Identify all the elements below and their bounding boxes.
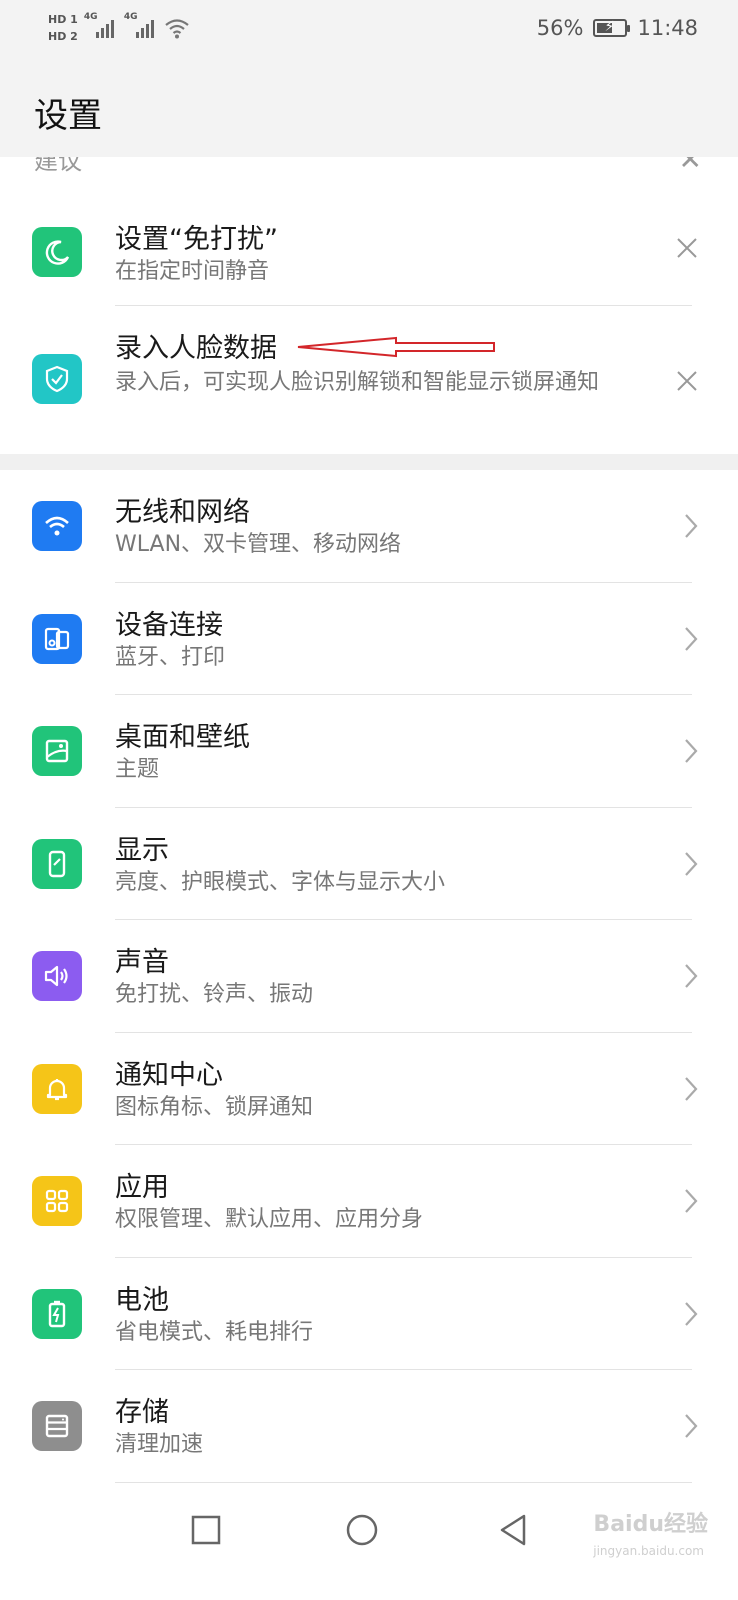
settings-item-title: 应用 (115, 1172, 169, 1203)
display-icon (48, 850, 66, 877)
suggestion-icon-box (32, 227, 82, 277)
speaker-icon (44, 965, 68, 987)
settings-icon-box (32, 1401, 82, 1451)
hd2-label: HD 2 (48, 30, 78, 43)
settings-item-title: 设备连接 (115, 609, 223, 641)
battery-icon (48, 1300, 66, 1327)
apps-grid-icon (45, 1189, 69, 1213)
wifi-icon (45, 516, 69, 536)
home-button[interactable] (342, 1510, 382, 1550)
settings-icon-box (32, 1288, 82, 1339)
settings-item-speaker[interactable]: 声音免打扰、铃声、振动 (0, 920, 738, 1033)
suggestions-header: 建议 ✕ (0, 157, 738, 187)
settings-item-title: 显示 (115, 834, 169, 866)
suggestion-title: 设置“免打扰” (115, 224, 278, 255)
chevron-right-icon (685, 964, 698, 988)
settings-item-device-connect[interactable]: 设备连接 蓝牙、打印 (0, 583, 738, 695)
close-icon[interactable] (674, 368, 700, 394)
settings-item-subtitle: 主题 (115, 757, 160, 782)
signal-icon: 4G (84, 12, 118, 38)
chevron-right-icon (685, 851, 698, 876)
bell-icon (46, 1078, 68, 1100)
hd-indicators: HD 1 HD 2 (48, 12, 78, 44)
title-bar: 设置 (0, 62, 738, 157)
signal-icon-2: 4G (124, 12, 158, 38)
settings-item-display[interactable]: 显示亮度、护眼模式、字体与显示大小 (0, 808, 738, 920)
settings-icon-box (32, 951, 82, 1001)
navigation-bar: Baidu经验 jingyan.baidu.com (0, 1486, 738, 1600)
divider (115, 1481, 692, 1483)
suggestions-label: 建议 (34, 157, 82, 175)
section-gap (0, 454, 738, 470)
settings-icon-box (32, 838, 82, 889)
settings-item-apps-grid[interactable]: 应用权限管理、默认应用、应用分身 (0, 1145, 738, 1258)
suggestion-dnd[interactable]: 设置“免打扰” 在指定时间静音 (0, 187, 738, 306)
battery-status-icon: ⚡ (593, 19, 631, 37)
settings-icon-box (32, 1063, 82, 1114)
chevron-right-icon (685, 1189, 698, 1213)
suggestions-collapse-icon[interactable]: ✕ (679, 157, 702, 176)
settings-item-subtitle: 亮度、护眼模式、字体与显示大小 (115, 869, 446, 895)
recent-apps-button[interactable] (186, 1510, 226, 1550)
chevron-right-icon (685, 1301, 698, 1326)
settings-item-subtitle: 图标角标、锁屏通知 (115, 1094, 314, 1120)
suggestion-subtitle: 在指定时间静音 (115, 259, 270, 284)
chevron-right-icon (685, 1076, 698, 1101)
clock: 11:48 (637, 16, 698, 40)
settings-item-bell[interactable]: 通知中心图标角标、锁屏通知 (0, 1033, 738, 1145)
chevron-right-icon (685, 739, 698, 763)
suggestion-subtitle: 录入后，可实现人脸识别解锁和智能显示锁屏通知 (115, 370, 600, 395)
settings-item-subtitle: 省电模式、耗电排行 (115, 1319, 314, 1345)
settings-item-subtitle: 蓝牙、打印 (115, 644, 226, 670)
chevron-right-icon (685, 514, 698, 538)
watermark-url: jingyan.baidu.com (593, 1544, 704, 1558)
settings-item-title: 声音 (115, 947, 169, 978)
settings-item-title: 存储 (115, 1397, 169, 1428)
hd1-label: HD 1 (48, 13, 78, 26)
settings-item-subtitle: 清理加速 (115, 1432, 204, 1457)
settings-item-title: 无线和网络 (115, 497, 250, 528)
wallpaper-icon (45, 739, 69, 763)
page-title: 设置 (34, 96, 102, 136)
chevron-right-icon (685, 626, 698, 651)
wifi-status-icon (165, 19, 189, 39)
settings-item-subtitle: 权限管理、默认应用、应用分身 (115, 1207, 424, 1232)
settings-item-subtitle: WLAN、双卡管理、移动网络 (115, 532, 402, 557)
settings-icon-box (32, 726, 82, 776)
status-bar: HD 1 HD 2 4G 4G 56% ⚡ 11:48 (0, 0, 738, 62)
settings-list: 建议 ✕ 设置“免打扰” 在指定时间静音 录入人脸数据 录入后，可实现人脸识别解… (0, 157, 738, 1483)
suggestion-face-data[interactable]: 录入人脸数据 录入后，可实现人脸识别解锁和智能显示锁屏通知 (0, 306, 738, 454)
suggestion-title: 录入人脸数据 (115, 333, 277, 364)
settings-item-wifi[interactable]: 无线和网络 WLAN、双卡管理、移动网络 (0, 470, 738, 583)
settings-item-wallpaper[interactable]: 桌面和壁纸 主题 (0, 695, 738, 808)
chevron-right-icon (685, 1414, 698, 1438)
settings-item-battery[interactable]: 电池省电模式、耗电排行 (0, 1258, 738, 1370)
settings-item-storage[interactable]: 存储 清理加速 (0, 1370, 738, 1483)
device-connect-icon (44, 627, 70, 650)
back-button[interactable] (494, 1510, 534, 1550)
settings-item-title: 电池 (115, 1284, 169, 1316)
settings-icon-box (32, 501, 82, 551)
shield-check-icon (45, 365, 69, 393)
battery-percent: 56% (536, 16, 584, 40)
moon-icon (45, 240, 70, 265)
settings-item-title: 通知中心 (115, 1059, 223, 1091)
annotation-arrow (297, 336, 495, 358)
settings-item-title: 桌面和壁纸 (115, 722, 250, 753)
storage-icon (45, 1414, 69, 1438)
settings-icon-box (32, 1176, 82, 1226)
suggestion-icon-box (32, 354, 82, 404)
close-icon[interactable] (674, 235, 700, 261)
watermark: Baidu经验 (593, 1512, 708, 1537)
settings-icon-box (32, 613, 82, 664)
settings-item-subtitle: 免打扰、铃声、振动 (115, 982, 314, 1007)
